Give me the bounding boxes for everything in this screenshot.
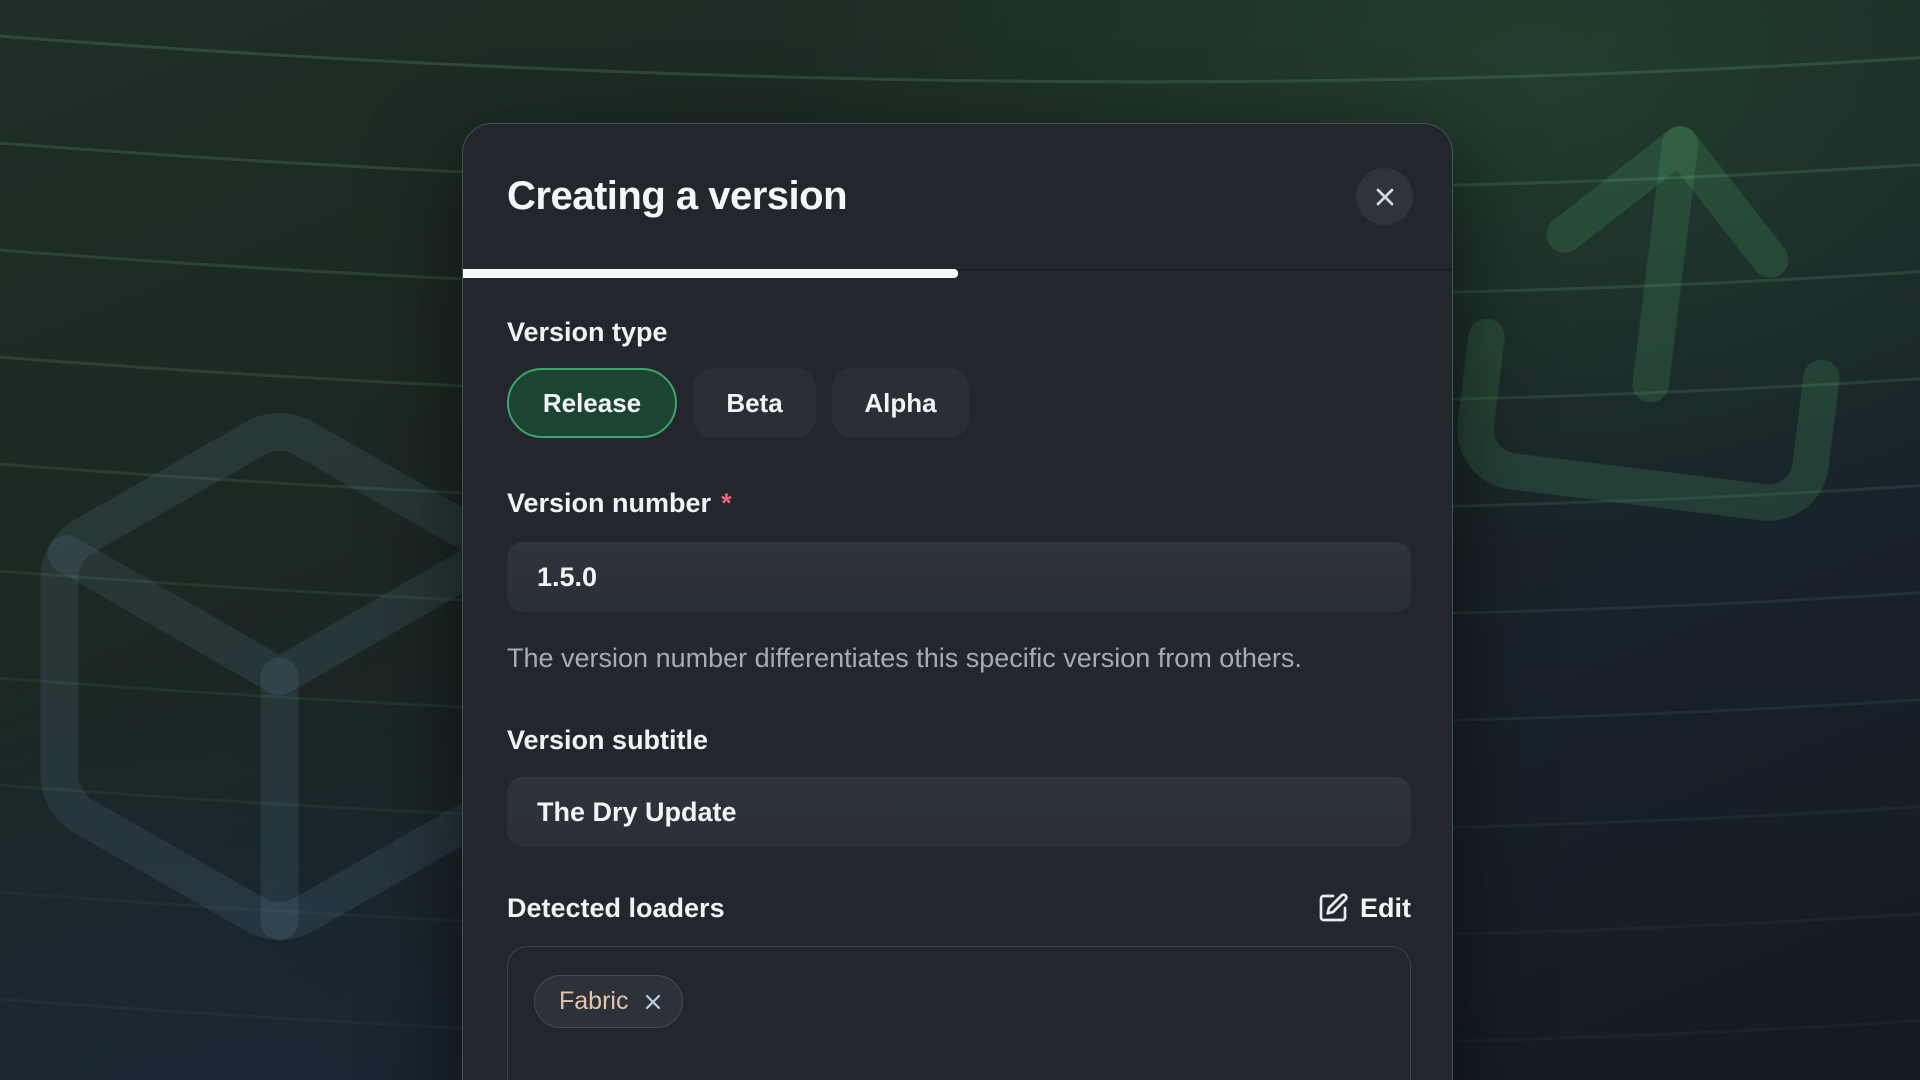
creating-version-modal: Creating a version Version type Release … xyxy=(462,123,1453,1080)
detected-loaders-container: Fabric xyxy=(507,946,1411,1080)
version-subtitle-input[interactable] xyxy=(507,777,1411,847)
edit-label: Edit xyxy=(1360,893,1411,924)
version-number-label: Version number * xyxy=(507,486,1409,520)
detected-loaders-row: Detected loaders Edit xyxy=(507,891,1411,925)
page-background: Creating a version Version type Release … xyxy=(0,0,1920,1080)
version-type-label: Version type xyxy=(507,315,1409,349)
version-number-input[interactable] xyxy=(507,542,1411,612)
remove-loader-icon[interactable] xyxy=(641,990,665,1014)
version-subtitle-label: Version subtitle xyxy=(507,723,1409,757)
close-button[interactable] xyxy=(1356,168,1413,225)
progress-bar xyxy=(463,269,958,278)
version-type-options: Release Beta Alpha xyxy=(507,368,1409,438)
loader-chip-fabric: Fabric xyxy=(534,975,683,1028)
edit-loaders-button[interactable]: Edit xyxy=(1317,892,1411,924)
version-type-beta-button[interactable]: Beta xyxy=(693,368,816,438)
modal-header: Creating a version xyxy=(463,124,1452,269)
version-type-release-button[interactable]: Release xyxy=(507,368,677,438)
version-type-alpha-button[interactable]: Alpha xyxy=(832,368,969,438)
modal-title: Creating a version xyxy=(507,174,847,219)
edit-pencil-icon xyxy=(1317,892,1349,924)
version-number-helper-text: The version number differentiates this s… xyxy=(507,639,1337,678)
required-asterisk: * xyxy=(721,488,732,518)
upload-arrow-watermark-icon xyxy=(1404,52,1917,565)
version-number-label-text: Version number xyxy=(507,488,711,518)
close-icon xyxy=(1371,183,1399,211)
detected-loaders-label: Detected loaders xyxy=(507,891,725,925)
loader-chip-label: Fabric xyxy=(559,987,628,1016)
modal-content: Version type Release Beta Alpha Version … xyxy=(463,269,1452,1080)
